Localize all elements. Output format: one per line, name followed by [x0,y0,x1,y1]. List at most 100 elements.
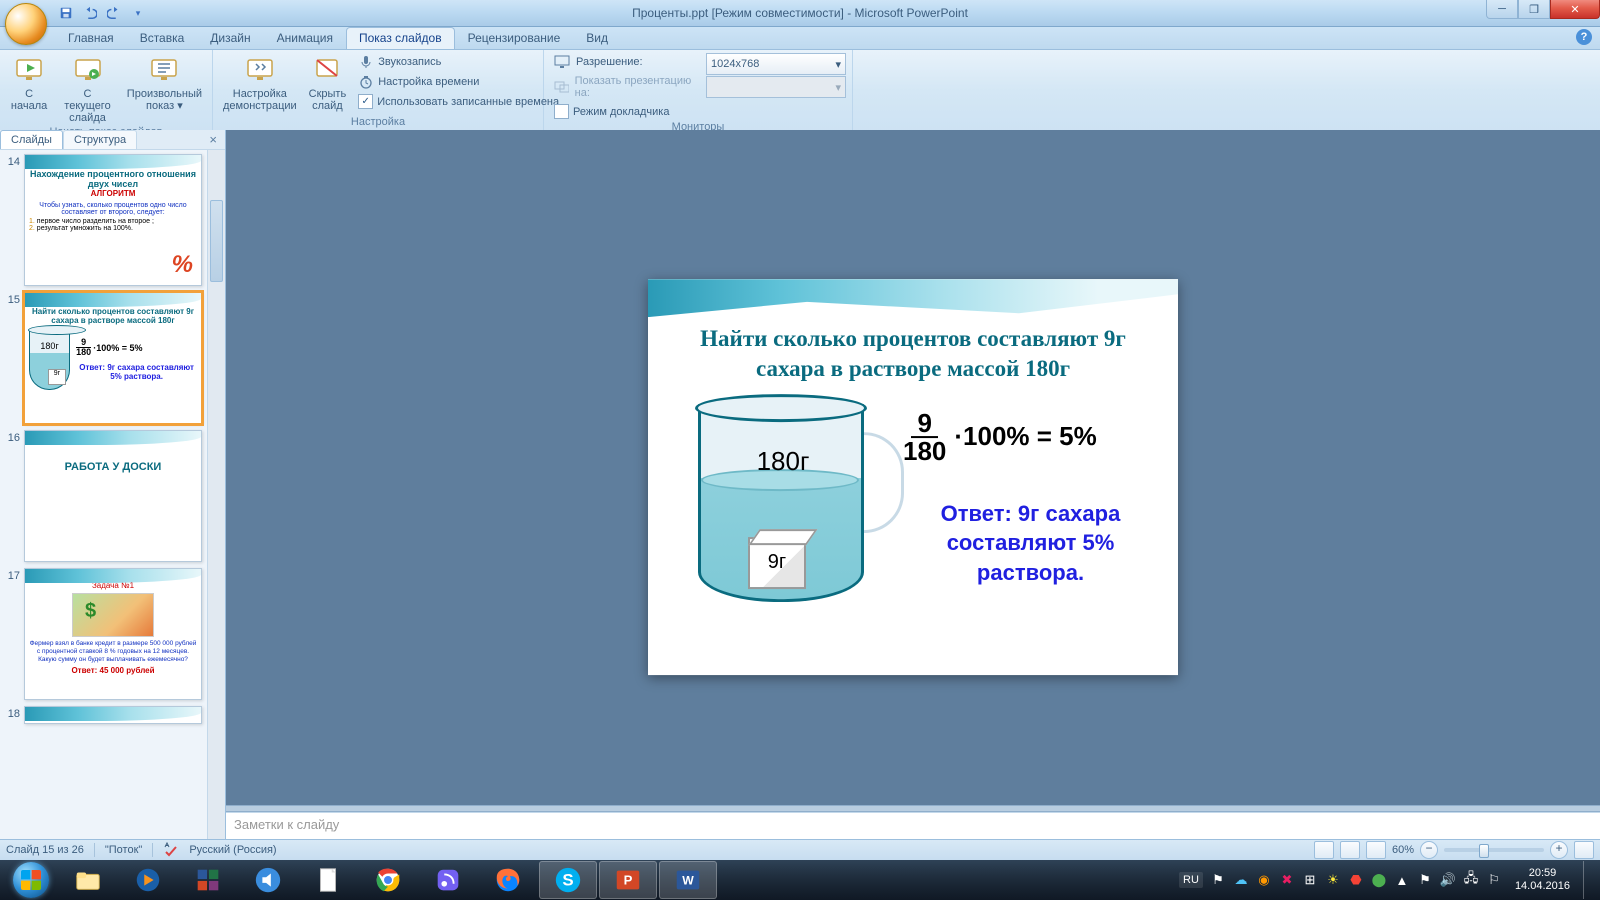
show-on-label: Показать презентацию на: [575,75,698,99]
minimize-button[interactable]: ─ [1486,0,1518,19]
show-desktop-button[interactable] [1583,861,1592,899]
tab-review[interactable]: Рецензирование [455,27,574,49]
start-button[interactable] [4,861,58,899]
spellcheck-icon[interactable] [163,842,179,858]
view-normal-button[interactable] [1314,841,1334,859]
view-sorter-button[interactable] [1340,841,1360,859]
ribbon: С начала С текущего слайда Произвольный … [0,50,1600,133]
tray-icon[interactable]: ✖ [1279,872,1295,888]
svg-text:W: W [682,874,694,888]
tray-icon[interactable]: ⚑ [1210,872,1226,888]
view-slideshow-button[interactable] [1366,841,1386,859]
tray-action-center-icon[interactable]: ⚐ [1486,872,1502,888]
current-slide[interactable]: Найти сколько процентов составляют 9г са… [648,279,1178,675]
tab-insert[interactable]: Вставка [127,27,198,49]
resolution-dropdown[interactable]: 1024x768▾ [706,53,846,75]
hide-slide-button[interactable]: Скрыть слайд [305,52,351,114]
custom-show-button[interactable]: Произвольный показ ▾ [123,52,206,114]
tray-network-icon[interactable]: 🖧 [1463,872,1479,888]
answer-text: Ответ: 9г сахара составляют 5% раствора. [903,499,1158,588]
zoom-slider[interactable] [1444,848,1544,852]
zoom-out-button[interactable]: − [1420,841,1438,859]
sugar-cube: 9г [748,537,806,589]
tab-view[interactable]: Вид [573,27,621,49]
from-beginning-button[interactable]: С начала [6,52,52,114]
svg-text:P: P [624,873,633,888]
clock-icon [358,74,374,90]
from-current-button[interactable]: С текущего слайда [56,52,119,126]
taskbar: S P W RU ⚑ ☁ ◉ ✖ ⊞ ☀ ⬣ ⬤ ▲ ⚑ 🔊 🖧 ⚐ 20:59… [0,860,1600,900]
tray-icon[interactable]: ⊞ [1302,872,1318,888]
presenter-view-checkbox[interactable]: Режим докладчика [550,102,702,121]
tray-volume-icon[interactable]: 🔊 [1440,872,1456,888]
taskbar-chrome[interactable] [359,861,417,899]
tab-outline[interactable]: Структура [63,130,137,149]
slide-title: Найти сколько процентов составляют 9г са… [668,324,1158,384]
thumbnail-17[interactable]: 17 Задача №1 $ Фермер взял в банке креди… [4,568,223,700]
redo-icon[interactable] [103,3,125,23]
resolution-label: Разрешение: [576,56,643,68]
tab-home[interactable]: Главная [55,27,127,49]
thumbnail-18[interactable]: 18 [4,706,223,724]
taskbar-skype[interactable]: S [539,861,597,899]
slides-pane: Слайды Структура × 14 Нахождение процент… [0,130,226,840]
notes-splitter[interactable] [226,805,1600,812]
formula: 9180 ·100% = 5% [903,410,1158,464]
fit-to-window-button[interactable] [1574,841,1594,859]
chevron-down-icon: ▾ [835,58,841,71]
taskbar-clock[interactable]: 20:59 14.04.2016 [1509,867,1576,893]
thumbnail-16[interactable]: 16 РАБОТА У ДОСКИ [4,430,223,562]
taskbar-firefox[interactable] [479,861,537,899]
thumbnails-list[interactable]: 14 Нахождение процентного отношения двух… [0,150,225,840]
tray-icon[interactable]: ▲ [1394,872,1410,888]
taskbar-viber[interactable] [419,861,477,899]
slide-canvas[interactable]: Найти сколько процентов составляют 9г са… [226,130,1600,840]
status-theme: "Поток" [105,844,142,856]
play-screen-icon [13,54,45,86]
monitor-icon [554,54,570,70]
help-icon[interactable]: ? [1576,29,1592,45]
notes-pane[interactable]: Заметки к слайду [226,812,1600,840]
zoom-level[interactable]: 60% [1392,844,1414,856]
thumbnails-scrollbar[interactable] [207,150,225,840]
taskbar-volume[interactable] [239,861,297,899]
tab-slides[interactable]: Слайды [0,130,63,149]
slide-decoration [648,279,1178,317]
status-bar: Слайд 15 из 26 "Поток" Русский (Россия) … [0,839,1600,860]
taskbar-word[interactable]: W [659,861,717,899]
ribbon-tabs: Главная Вставка Дизайн Анимация Показ сл… [0,27,1600,50]
undo-icon[interactable] [79,3,101,23]
tray-icon[interactable]: ☁ [1233,872,1249,888]
taskbar-powerpoint[interactable]: P [599,861,657,899]
status-language[interactable]: Русский (Россия) [189,844,276,856]
zoom-in-button[interactable]: + [1550,841,1568,859]
taskbar-office[interactable] [179,861,237,899]
taskbar-mediaplayer[interactable] [119,861,177,899]
restore-button[interactable]: ❐ [1518,0,1550,19]
use-timings-checkbox[interactable]: ✓Использовать записанные времена [354,92,563,111]
play-current-icon [72,54,104,86]
qat-more-icon[interactable]: ▾ [127,3,149,23]
tab-slideshow[interactable]: Показ слайдов [346,27,455,49]
close-button[interactable]: ✕ [1550,0,1600,19]
rehearse-timings-button[interactable]: Настройка времени [354,72,563,92]
office-button[interactable] [5,3,47,45]
record-narration-button[interactable]: Звукозапись [354,52,563,72]
save-icon[interactable] [55,3,77,23]
taskbar-notepad[interactable] [299,861,357,899]
setup-show-button[interactable]: Настройка демонстрации [219,52,301,114]
tray-icon[interactable]: ⬤ [1371,872,1387,888]
language-indicator[interactable]: RU [1179,872,1203,888]
tray-icon[interactable]: ⬣ [1348,872,1364,888]
thumbnail-14[interactable]: 14 Нахождение процентного отношения двух… [4,154,223,286]
tab-design[interactable]: Дизайн [197,27,263,49]
tray-icon[interactable]: ⚑ [1417,872,1433,888]
tab-animation[interactable]: Анимация [264,27,346,49]
custom-show-icon [148,54,180,86]
taskbar-explorer[interactable] [59,861,117,899]
hide-slide-icon [311,54,343,86]
thumbnail-15[interactable]: 15 Найти сколько процентов составляют 9г… [4,292,223,424]
tray-icon[interactable]: ☀ [1325,872,1341,888]
pane-close-icon[interactable]: × [205,132,221,147]
tray-icon[interactable]: ◉ [1256,872,1272,888]
